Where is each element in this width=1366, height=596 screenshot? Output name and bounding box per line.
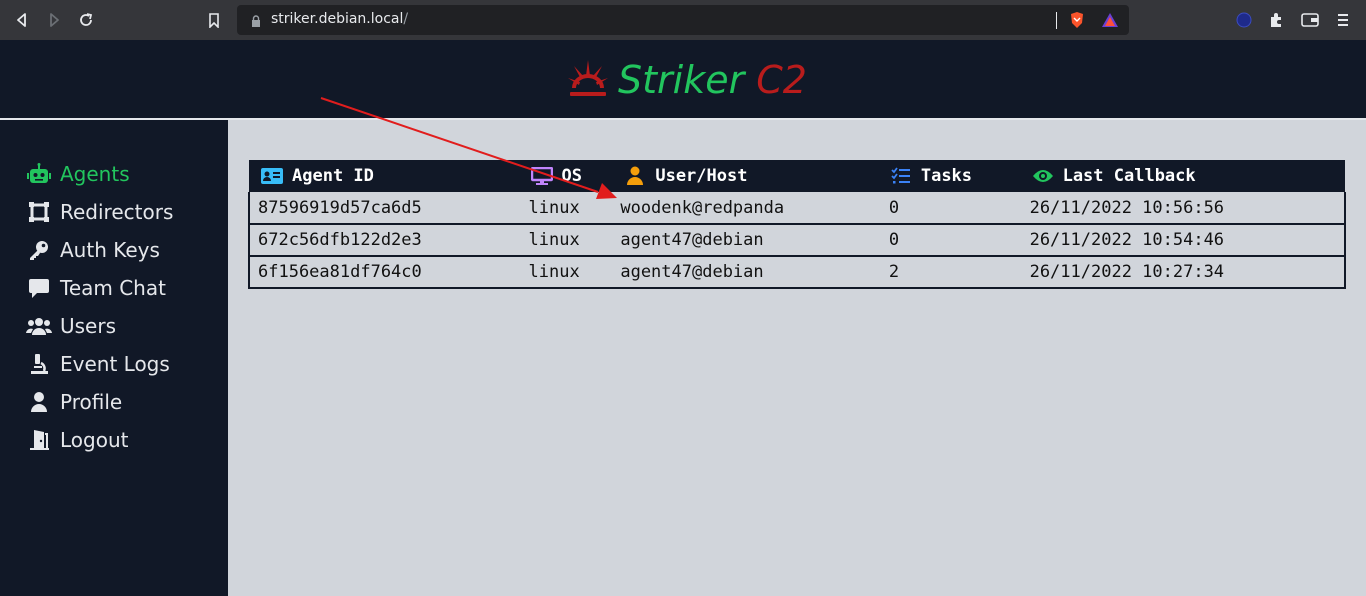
sidebar-item-redirectors[interactable]: Redirectors: [26, 197, 173, 227]
cell-last-callback: 26/11/2022 10:27:34: [1023, 256, 1345, 289]
forward-icon[interactable]: [43, 9, 65, 31]
user-icon: [624, 166, 646, 186]
header-label: Last Callback: [1062, 166, 1196, 186]
cell-os: linux: [518, 192, 613, 225]
brand[interactable]: Striker C2: [566, 55, 807, 105]
sidebar-item-users[interactable]: Users: [26, 311, 116, 341]
app-name: Striker: [618, 58, 745, 102]
sidebar: Agents Redirectors Auth Keys Team Chat U…: [0, 120, 228, 596]
cell-last-callback: 26/11/2022 10:54:46: [1023, 224, 1345, 257]
back-icon[interactable]: [11, 9, 33, 31]
bookmark-icon[interactable]: [203, 9, 225, 31]
url-host: striker.debian.local: [271, 11, 404, 27]
address-bar[interactable]: striker.debian.local/: [237, 5, 1129, 35]
header-label: OS: [561, 166, 582, 186]
robot-icon: [26, 162, 52, 186]
column-header-last-callback[interactable]: Last Callback: [1024, 160, 1345, 192]
cell-user-host: agent47@debian: [612, 256, 882, 289]
sidebar-item-label: Team Chat: [60, 276, 166, 300]
cell-tasks: 0: [881, 192, 1024, 225]
lock-icon: [251, 13, 261, 32]
wallet-icon[interactable]: [1301, 12, 1319, 31]
sidebar-item-label: Users: [60, 314, 117, 338]
cell-user-host: woodenk@redpanda: [612, 192, 882, 225]
id-card-icon: [261, 166, 283, 186]
column-header-user-host[interactable]: User/Host: [612, 160, 882, 192]
table-row[interactable]: 87596919d57ca6d5 linux woodenk@redpanda …: [249, 192, 1345, 225]
redirect-icon: [26, 200, 52, 224]
sidebar-item-label: Redirectors: [60, 200, 174, 224]
table-row[interactable]: 6f156ea81df764c0 linux agent47@debian 2 …: [249, 256, 1345, 289]
sidebar-item-event-logs[interactable]: Event Logs: [26, 349, 170, 379]
microscope-icon: [26, 352, 52, 376]
cell-last-callback: 26/11/2022 10:56:56: [1023, 192, 1345, 225]
sidebar-item-agents[interactable]: Agents: [26, 159, 130, 189]
header-label: Agent ID: [292, 166, 374, 186]
sidebar-item-label: Agents: [60, 162, 130, 186]
door-icon: [26, 428, 52, 452]
checklist-icon: [890, 166, 912, 186]
cell-user-host: agent47@debian: [612, 224, 882, 257]
sidebar-item-logout[interactable]: Logout: [26, 425, 128, 455]
column-header-tasks[interactable]: Tasks: [882, 160, 1024, 192]
sidebar-item-label: Profile: [60, 390, 123, 414]
table-row[interactable]: 672c56dfb122d2e3 linux agent47@debian 0 …: [249, 224, 1345, 257]
url-path: /: [403, 11, 409, 27]
users-icon: [26, 314, 52, 338]
brave-shield-icon[interactable]: [1069, 11, 1085, 33]
sidebar-item-label: Logout: [60, 428, 129, 452]
cell-os: linux: [518, 256, 613, 289]
column-header-os[interactable]: OS: [519, 160, 613, 192]
browser-toolbar: striker.debian.local/: [0, 0, 1366, 40]
cell-tasks: 0: [881, 224, 1024, 257]
table-header-row: Agent ID OS User/Host Tasks Last Callbac…: [249, 160, 1345, 192]
cell-os: linux: [518, 224, 613, 257]
reload-icon[interactable]: [75, 9, 97, 31]
sidebar-item-team-chat[interactable]: Team Chat: [26, 273, 166, 303]
extensions-icon[interactable]: [1268, 12, 1284, 32]
user-icon: [26, 390, 52, 414]
menu-icon[interactable]: [1337, 12, 1349, 32]
eye-icon: [1032, 166, 1054, 186]
cell-agent-id: 87596919d57ca6d5: [249, 192, 519, 225]
column-header-agent-id[interactable]: Agent ID: [249, 160, 519, 192]
sidebar-item-label: Event Logs: [60, 352, 170, 376]
chat-icon: [26, 276, 52, 300]
sidebar-item-auth-keys[interactable]: Auth Keys: [26, 235, 160, 265]
key-icon: [26, 238, 52, 262]
cell-agent-id: 672c56dfb122d2e3: [249, 224, 519, 257]
agents-table: Agent ID OS User/Host Tasks Last Callbac…: [248, 160, 1346, 289]
header-label: Tasks: [920, 166, 973, 186]
sidebar-item-profile[interactable]: Profile: [26, 387, 122, 417]
vpn-icon[interactable]: [1236, 12, 1252, 32]
app-suffix: C2: [756, 58, 807, 102]
cell-agent-id: 6f156ea81df764c0: [249, 256, 519, 289]
url-text: striker.debian.local/: [271, 11, 408, 27]
logo-icon: [566, 58, 610, 102]
url-divider: [1056, 12, 1057, 29]
brave-rewards-icon[interactable]: [1101, 12, 1119, 32]
header-label: User/Host: [655, 166, 748, 186]
main-content: Agent ID OS User/Host Tasks Last Callbac…: [228, 120, 1366, 596]
cell-tasks: 2: [881, 256, 1024, 289]
sidebar-item-label: Auth Keys: [60, 238, 160, 262]
monitor-icon: [530, 166, 553, 186]
